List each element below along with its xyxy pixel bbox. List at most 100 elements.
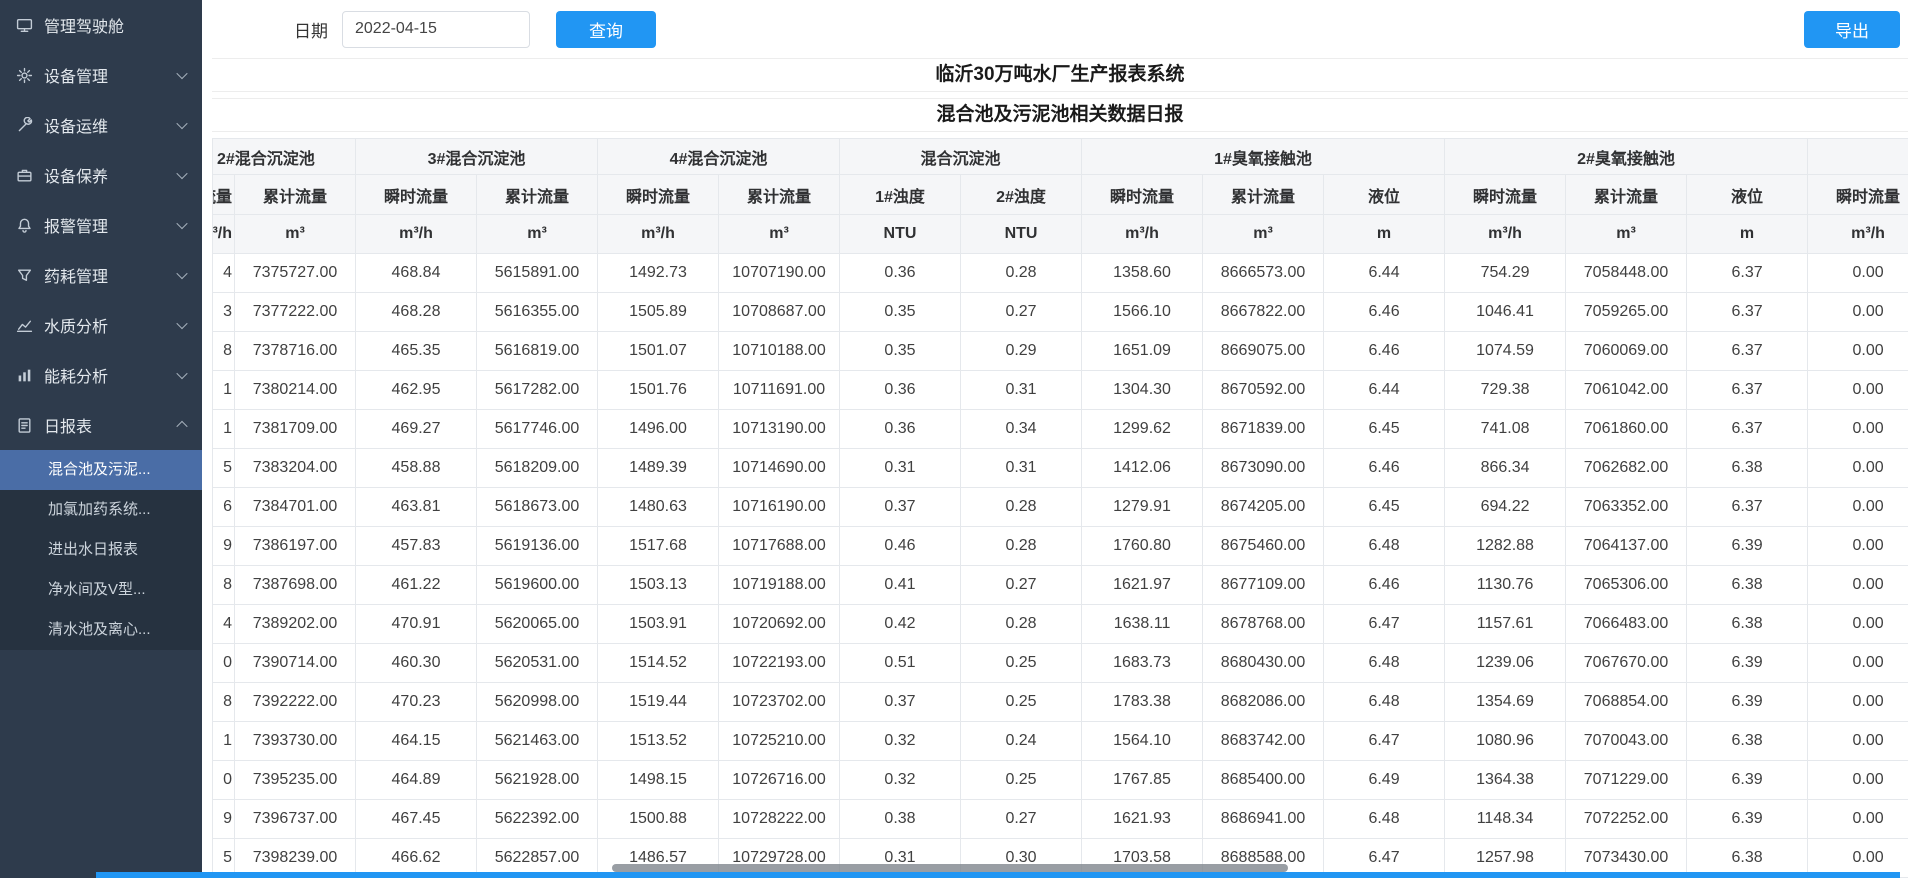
table-cell: 6.45	[1324, 410, 1445, 449]
table-cell: 1354.69	[1445, 683, 1566, 722]
table-cell: 1489.39	[598, 449, 719, 488]
chevron-down-icon	[176, 68, 187, 79]
table-cell: 1503.13	[598, 566, 719, 605]
table-cell: 7071229.00	[1566, 761, 1687, 800]
table-cell: 10725210.00	[719, 722, 840, 761]
sidebar-item-8[interactable]: 日报表	[0, 400, 202, 450]
column-header: 瞬时流量	[1082, 175, 1203, 215]
table-cell: 1148.34	[1445, 800, 1566, 839]
column-unit: m	[1687, 215, 1808, 254]
table-cell: 0.27	[961, 293, 1082, 332]
group-header: 4#混合沉淀池	[598, 139, 840, 175]
table-cell: 6.46	[1324, 449, 1445, 488]
table-cell: 1501.76	[598, 371, 719, 410]
sidebar-item-1[interactable]: 设备管理	[0, 50, 202, 100]
table-cell: 6.48	[1324, 527, 1445, 566]
table-cell: 464.89	[356, 761, 477, 800]
sidebar-subitem-3[interactable]: 净水间及V型...	[0, 570, 202, 610]
table-cell: 0.00	[1808, 761, 1908, 800]
table-cell: 1157.61	[1445, 605, 1566, 644]
column-header: 2#浊度	[961, 175, 1082, 215]
table-cell: 6.39	[1687, 644, 1808, 683]
sidebar-item-label: 日报表	[44, 413, 92, 437]
table-cell: 7060069.00	[1566, 332, 1687, 371]
table-cell: 9	[213, 800, 235, 839]
table-cell: 6.47	[1324, 722, 1445, 761]
sidebar-item-0[interactable]: 管理驾驶舱	[0, 0, 202, 50]
table-cell: 0.31	[840, 449, 961, 488]
horizontal-scrollbar-thumb[interactable]	[612, 864, 1288, 872]
data-table: 2#混合沉淀池3#混合沉淀池4#混合沉淀池混合沉淀池1#臭氧接触池2#臭氧接触池…	[212, 138, 1908, 878]
bottom-blue-bar	[96, 872, 1900, 878]
bell-icon	[16, 216, 34, 234]
table-cell: 729.38	[1445, 371, 1566, 410]
column-unit: m³/h	[1082, 215, 1203, 254]
table-cell: 0.31	[961, 449, 1082, 488]
column-unit: m³	[235, 215, 356, 254]
table-cell: 0.24	[961, 722, 1082, 761]
sidebar-item-6[interactable]: 水质分析	[0, 300, 202, 350]
table-cell: 1282.88	[1445, 527, 1566, 566]
table-cell: 7070043.00	[1566, 722, 1687, 761]
column-header: 累计流量	[477, 175, 598, 215]
table-cell: 8667822.00	[1203, 293, 1324, 332]
table-cell: 7061042.00	[1566, 371, 1687, 410]
table-row: 67384701.00463.815618673.001480.63107161…	[213, 488, 1909, 527]
sidebar-item-4[interactable]: 报警管理	[0, 200, 202, 250]
table-cell: 7390714.00	[235, 644, 356, 683]
table-cell: 0.51	[840, 644, 961, 683]
export-button[interactable]: 导出	[1804, 11, 1900, 48]
sidebar-item-7[interactable]: 能耗分析	[0, 350, 202, 400]
sidebar-item-label: 设备运维	[44, 113, 108, 137]
sidebar-subitem-2[interactable]: 进出水日报表	[0, 530, 202, 570]
date-label: 日期	[294, 17, 328, 42]
table-row: 07395235.00464.895621928.001498.15107267…	[213, 761, 1909, 800]
sidebar-item-label: 报警管理	[44, 213, 108, 237]
table-cell: 8666573.00	[1203, 254, 1324, 293]
sidebar-subitem-0[interactable]: 混合池及污泥...	[0, 450, 202, 490]
table-cell: 1519.44	[598, 683, 719, 722]
funnel-icon	[16, 266, 34, 284]
table-cell: 5620531.00	[477, 644, 598, 683]
table-cell: 10713190.00	[719, 410, 840, 449]
table-cell: 10722193.00	[719, 644, 840, 683]
table-cell: 0.00	[1808, 644, 1908, 683]
table-row: 17380214.00462.955617282.001501.76107116…	[213, 371, 1909, 410]
table-cell: 10723702.00	[719, 683, 840, 722]
column-unit: m³/h	[213, 215, 235, 254]
table-cell: 7072252.00	[1566, 800, 1687, 839]
column-unit: m³	[477, 215, 598, 254]
column-header: 瞬时流量	[356, 175, 477, 215]
table-cell: 8680430.00	[1203, 644, 1324, 683]
sidebar-submenu: 混合池及污泥...加氯加药系统...进出水日报表净水间及V型...清水池及离心.…	[0, 450, 202, 650]
sidebar-subitem-1[interactable]: 加氯加药系统...	[0, 490, 202, 530]
table-cell: 0.00	[1808, 722, 1908, 761]
sidebar-item-2[interactable]: 设备运维	[0, 100, 202, 150]
table-cell: 0.41	[840, 566, 961, 605]
column-unit: m³/h	[1445, 215, 1566, 254]
table-cell: 6.49	[1324, 761, 1445, 800]
sidebar-item-label: 设备保养	[44, 163, 108, 187]
table-cell: 7062682.00	[1566, 449, 1687, 488]
bar-chart-icon	[16, 366, 34, 384]
table-cell: 10728222.00	[719, 800, 840, 839]
table-row: 87378716.00465.355616819.001501.07107101…	[213, 332, 1909, 371]
table-cell: 10719188.00	[719, 566, 840, 605]
table-cell: 1074.59	[1445, 332, 1566, 371]
sidebar-subitem-4[interactable]: 清水池及离心...	[0, 610, 202, 650]
table-cell: 0.27	[961, 566, 1082, 605]
table-cell: 7065306.00	[1566, 566, 1687, 605]
sidebar-item-3[interactable]: 设备保养	[0, 150, 202, 200]
column-header: 累计流量	[1203, 175, 1324, 215]
table-cell: 470.23	[356, 683, 477, 722]
sidebar-item-5[interactable]: 药耗管理	[0, 250, 202, 300]
line-chart-icon	[16, 316, 34, 334]
table-cell: 0.36	[840, 410, 961, 449]
query-button[interactable]: 查询	[556, 11, 656, 48]
table-cell: 1	[213, 722, 235, 761]
date-input[interactable]	[342, 11, 530, 48]
table-cell: 5616355.00	[477, 293, 598, 332]
table-cell: 7383204.00	[235, 449, 356, 488]
sidebar-item-label: 药耗管理	[44, 263, 108, 287]
table-cell: 0.00	[1808, 254, 1908, 293]
